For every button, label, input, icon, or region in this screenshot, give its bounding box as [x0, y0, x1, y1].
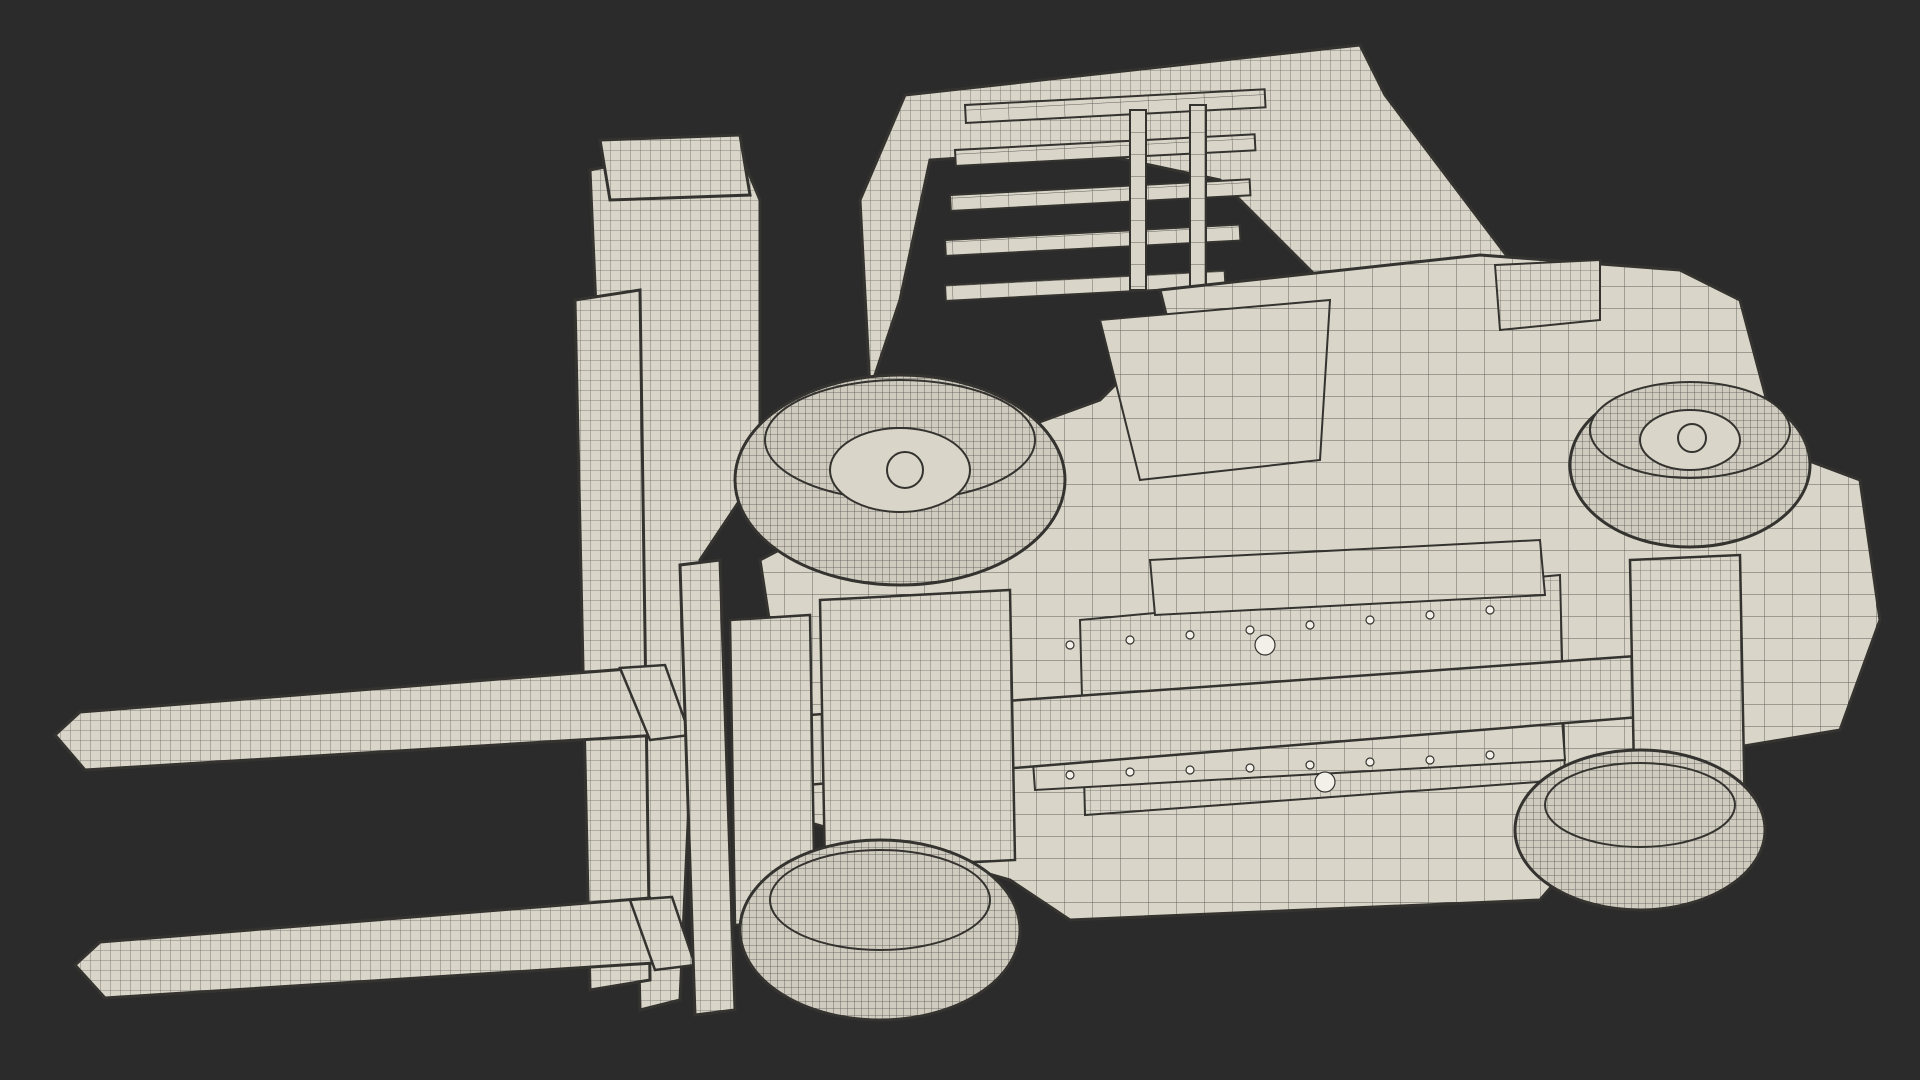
rear-wheel-bottom	[1513, 748, 1767, 912]
front-wheel-bottom	[738, 838, 1022, 1022]
render-viewport	[0, 0, 1920, 1080]
mast	[573, 133, 762, 1012]
forklift-wireframe-model	[52, 43, 1882, 1022]
rear-wheel-top	[1568, 381, 1812, 549]
front-wheel-top	[733, 373, 1067, 587]
